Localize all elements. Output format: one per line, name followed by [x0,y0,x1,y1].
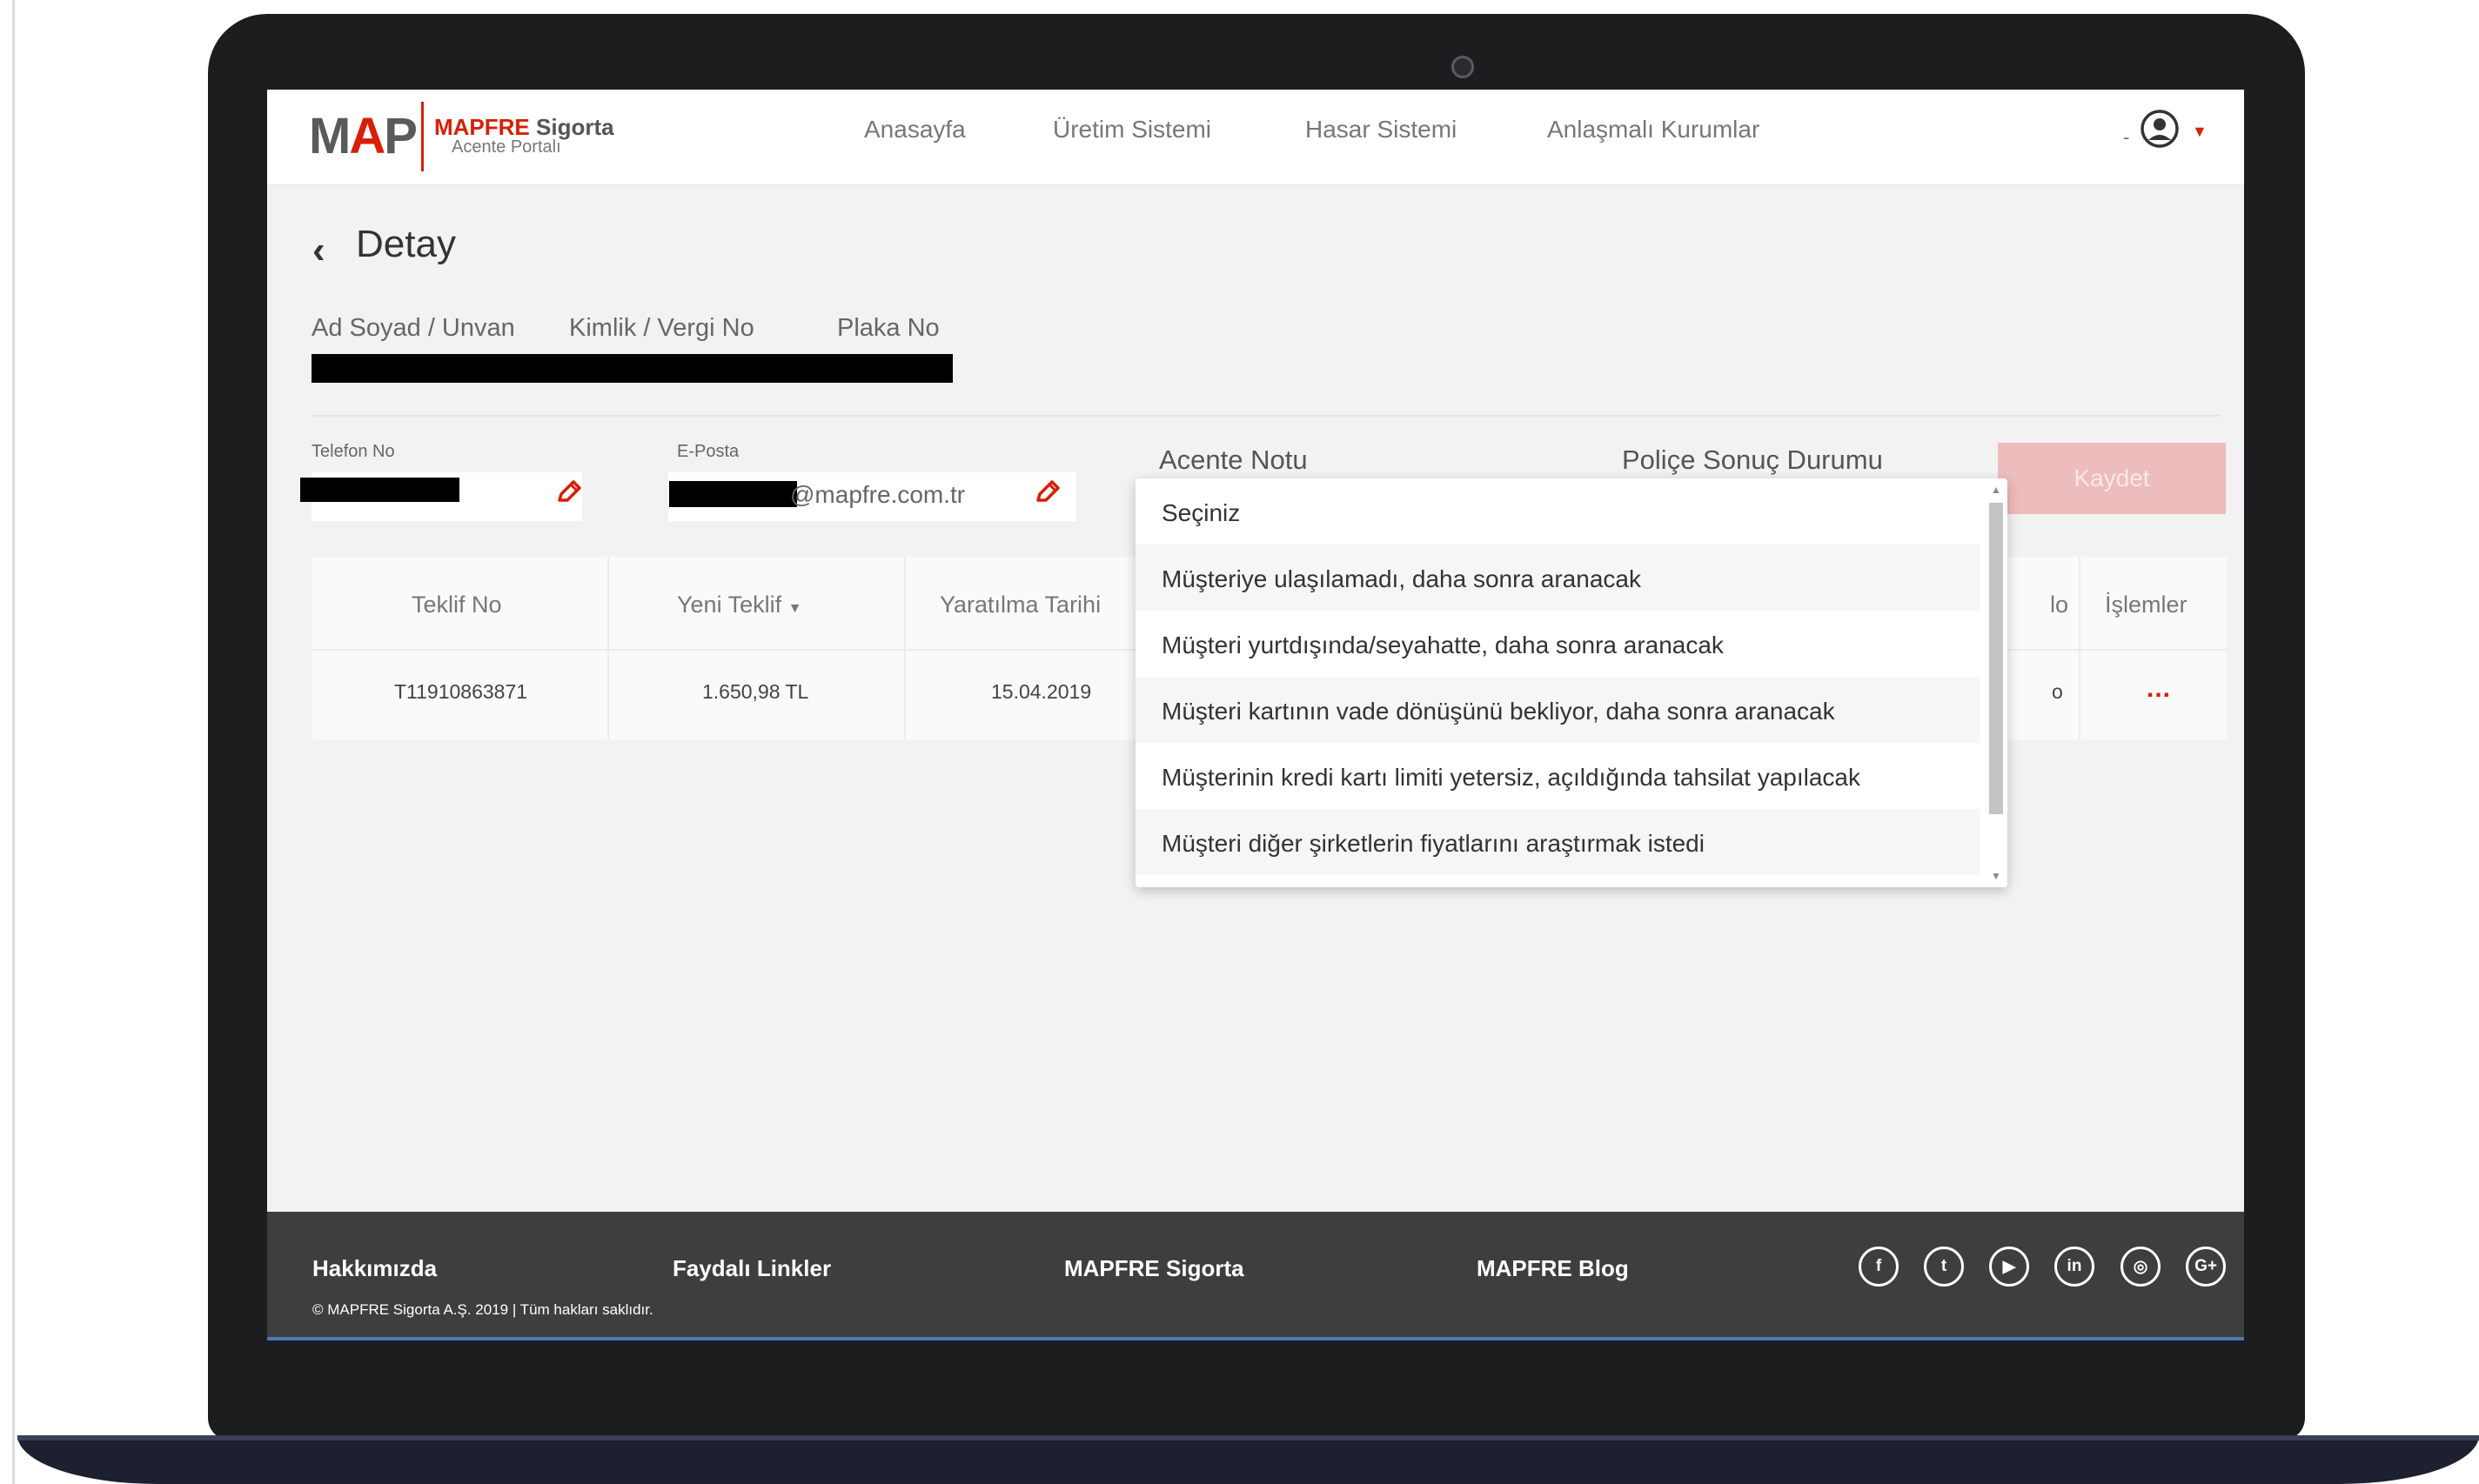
page-title: Detay [356,223,456,265]
footer: Hakkımızda Faydalı Linkler MAPFRE Sigort… [267,1212,2244,1340]
row-actions-more-icon[interactable]: ... [2147,674,2171,704]
laptop-base-edge [17,1435,2479,1441]
footer-link-faydali-linkler[interactable]: Faydalı Linkler [673,1255,831,1282]
linkedin-icon[interactable]: in [2054,1247,2094,1287]
nav-uretim-sistemi[interactable]: Üretim Sistemi [1053,116,1211,144]
section-divider [312,415,2220,417]
nav-anlasmali-kurumlar[interactable]: Anlaşmalı Kurumlar [1547,116,1759,144]
table-col-divider [904,557,906,739]
dropdown-option[interactable]: Müşteriye ulaşılamadı, daha sonra aranac… [1162,565,1641,593]
redacted-email [669,481,797,507]
map-logo[interactable]: MAP [309,107,418,165]
cell-tarih: 15.04.2019 [991,680,1092,703]
webcam [1451,56,1474,78]
scroll-down-arrow-icon[interactable]: ▼ [1991,870,2001,882]
cell-partial: o [2052,680,2063,703]
brand-sigorta: Sigorta [536,114,614,140]
th-yeni-teklif-label: Yeni Teklif [677,592,782,618]
logo-letter-a: A [349,108,385,164]
redacted-phone [300,478,459,502]
top-navbar: MAP MAPFRE Sigorta Acente Portalı Anasay… [267,90,2244,185]
twitter-icon[interactable]: t [1924,1247,1964,1287]
cell-yeni-teklif: 1.650,98 TL [702,680,809,703]
brand-mapfre: MAPFRE [434,114,530,140]
sort-chevron-icon[interactable]: ▼ [788,601,802,616]
footer-accent-bar [267,1337,2244,1340]
user-avatar-icon[interactable] [2140,109,2180,149]
label-plaka: Plaka No [837,314,940,342]
dropdown-option[interactable]: Müşteri kartının vade dönüşünü bekliyor,… [1162,698,1835,725]
laptop-screen: MAP MAPFRE Sigorta Acente Portalı Anasay… [267,90,2244,1340]
footer-link-hakkimizda[interactable]: Hakkımızda [312,1255,437,1282]
laptop-base [17,1435,2479,1484]
dropdown-option[interactable]: Müşteri diğer şirketlerin fiyatlarını ar… [1162,830,1705,858]
footer-copyright: © MAPFRE Sigorta A.Ş. 2019 | Tüm hakları… [312,1301,653,1318]
th-teklif-no[interactable]: Teklif No [412,592,502,618]
dropdown-scroll-thumb[interactable] [1989,503,2003,814]
google-plus-icon[interactable]: G+ [2186,1247,2226,1287]
police-sonuc-label: Poliçe Sonuç Durumu [1622,445,1883,475]
edit-phone-pencil-icon[interactable] [554,478,584,507]
police-sonuc-dropdown[interactable]: Seçiniz Müşteriye ulaşılamadı, daha sonr… [1136,478,2007,887]
acente-notu-label: Acente Notu [1159,445,1308,475]
instagram-icon[interactable]: ◎ [2121,1247,2161,1287]
footer-link-mapfre-blog[interactable]: MAPFRE Blog [1477,1255,1629,1282]
redacted-customer-info [312,354,953,383]
cell-teklif-no[interactable]: T11910863871 [394,680,527,704]
table-col-divider [2079,557,2080,739]
edit-email-pencil-icon[interactable] [1033,478,1062,507]
chevron-down-icon[interactable]: ▼ [2192,123,2208,141]
youtube-icon[interactable]: ▶ [1989,1247,2029,1287]
logo-letter-p: P [384,108,418,164]
user-name-placeholder: - [2123,126,2130,148]
logo-divider [421,102,424,171]
facebook-icon[interactable]: f [1859,1247,1899,1287]
email-domain: @mapfre.com.tr [790,481,966,508]
table-col-divider [607,557,609,739]
dropdown-option[interactable]: Müşteri yurtdışında/seyahatte, daha sonr… [1162,632,1724,659]
th-partial: lo [2050,592,2069,618]
logo-letter-m: M [309,108,351,164]
page-left-rule [12,0,15,1484]
nav-hasar-sistemi[interactable]: Hasar Sistemi [1305,116,1457,144]
save-button[interactable]: Kaydet [1998,443,2226,514]
dropdown-option[interactable]: Müşterinin kredi kartı limiti yetersiz, … [1162,764,1860,792]
label-kimlik-vergi: Kimlik / Vergi No [569,314,754,342]
th-islemler: İşlemler [2105,592,2188,618]
brand-subtitle: Acente Portalı [452,137,561,157]
email-label: E-Posta [677,442,740,461]
label-ad-soyad: Ad Soyad / Unvan [312,314,515,342]
dropdown-option-seciniz[interactable]: Seçiniz [1162,499,1240,527]
nav-anasayfa[interactable]: Anasayfa [864,116,966,144]
th-yeni-teklif[interactable]: Yeni Teklif ▼ [677,592,801,618]
th-yaratilma-tarihi[interactable]: Yaratılma Tarihi [940,592,1101,618]
back-chevron-icon[interactable]: ‹ [312,229,325,272]
scroll-up-arrow-icon[interactable]: ▲ [1991,484,2001,496]
footer-link-mapfre-sigorta[interactable]: MAPFRE Sigorta [1064,1255,1244,1282]
phone-label: Telefon No [312,442,395,461]
